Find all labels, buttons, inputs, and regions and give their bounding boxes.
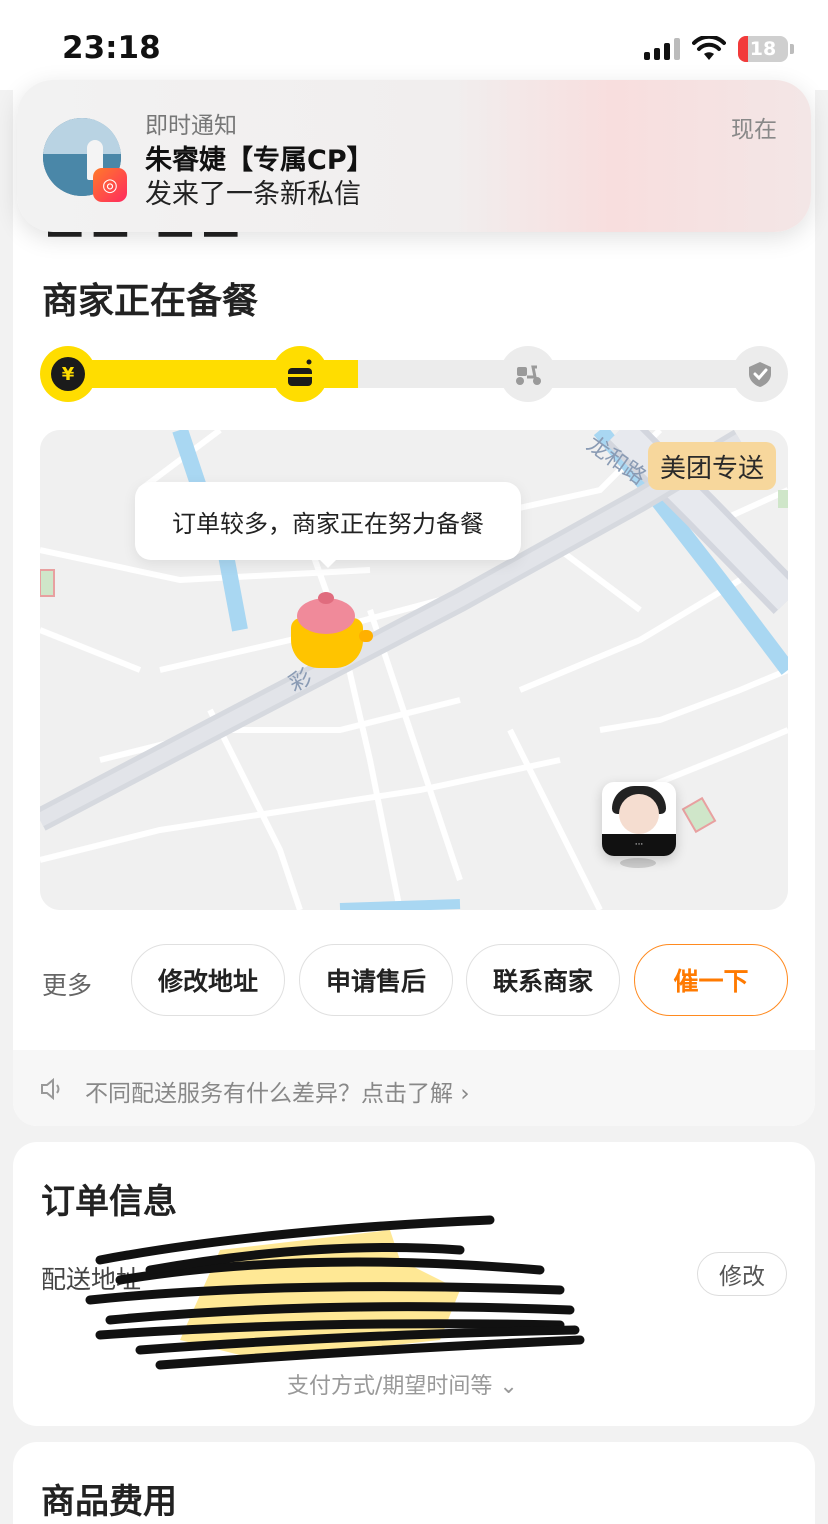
- redaction-scribble: [85, 1215, 585, 1370]
- status-bar: 23:18 18: [0, 0, 828, 90]
- delivery-tip-label: 不同配送服务有什么差异？点击了解: [85, 1081, 453, 1107]
- status-time: 23:18: [62, 30, 161, 66]
- merchant-pot-marker[interactable]: [285, 592, 375, 672]
- contact-merchant-button[interactable]: 联系商家: [466, 944, 620, 1016]
- cellular-signal-icon: [644, 38, 680, 60]
- push-notification[interactable]: ◎ 即时通知 朱睿婕【专属CP】 发来了一条新私信 现在: [17, 80, 811, 232]
- goods-fee-title: 商品费用: [41, 1482, 177, 1522]
- modify-address-button[interactable]: 修改地址: [131, 944, 285, 1016]
- wifi-icon: [692, 36, 726, 60]
- more-actions-link[interactable]: 更多: [42, 966, 92, 1002]
- battery-tip: [790, 44, 794, 54]
- delivery-tip-strip[interactable]: 不同配送服务有什么差异？点击了解 ›: [13, 1050, 815, 1126]
- urge-order-button[interactable]: 催一下: [634, 944, 788, 1016]
- merchant-status-bubble: 订单较多，商家正在努力备餐: [135, 482, 521, 560]
- speaker-icon: [41, 1078, 60, 1100]
- notification-body: 发来了一条新私信: [145, 179, 361, 210]
- expand-order-details[interactable]: 支付方式/期望时间等 ⌄: [287, 1368, 518, 1400]
- meituan-delivery-badge: 美团专送: [647, 442, 776, 490]
- battery-icon: 18: [738, 36, 788, 62]
- delivery-tip-text: 不同配送服务有什么差异？点击了解 ›: [85, 1074, 470, 1108]
- yuan-icon: ¥: [51, 357, 85, 391]
- notification-time: 现在: [731, 117, 777, 143]
- rider-sticker-caption: ···: [602, 834, 676, 856]
- progress-step-delivered: [732, 346, 788, 402]
- notification-label: 即时通知: [145, 113, 237, 139]
- chevron-down-icon: ⌄: [499, 1374, 518, 1399]
- order-status-title: 商家正在备餐: [42, 281, 259, 322]
- status-icons: 18: [644, 34, 794, 64]
- check-shield-icon: [749, 362, 771, 387]
- goods-fee-card: 商品费用: [13, 1442, 815, 1524]
- order-progress-bar: ¥: [40, 346, 788, 402]
- delivery-map[interactable]: 龙和路 彩 美团专送 订单较多，商家正在努力备餐 ···: [40, 430, 788, 910]
- progress-step-delivering: [500, 346, 556, 402]
- bubble-tail: [318, 558, 338, 568]
- chevron-right-icon: ›: [460, 1081, 470, 1107]
- kuaishou-app-icon: ◎: [93, 168, 127, 202]
- scooter-icon: [516, 365, 541, 385]
- battery-level: 18: [749, 38, 777, 60]
- progress-step-paid: ¥: [40, 346, 96, 402]
- progress-step-preparing: [272, 346, 328, 402]
- food-box-icon: [288, 359, 312, 386]
- after-sales-button[interactable]: 申请售后: [299, 944, 453, 1016]
- rider-marker-shadow: [620, 858, 656, 868]
- edit-address-button[interactable]: 修改: [697, 1252, 787, 1296]
- expand-label: 支付方式/期望时间等: [287, 1374, 493, 1399]
- rider-avatar-marker[interactable]: ···: [602, 782, 676, 856]
